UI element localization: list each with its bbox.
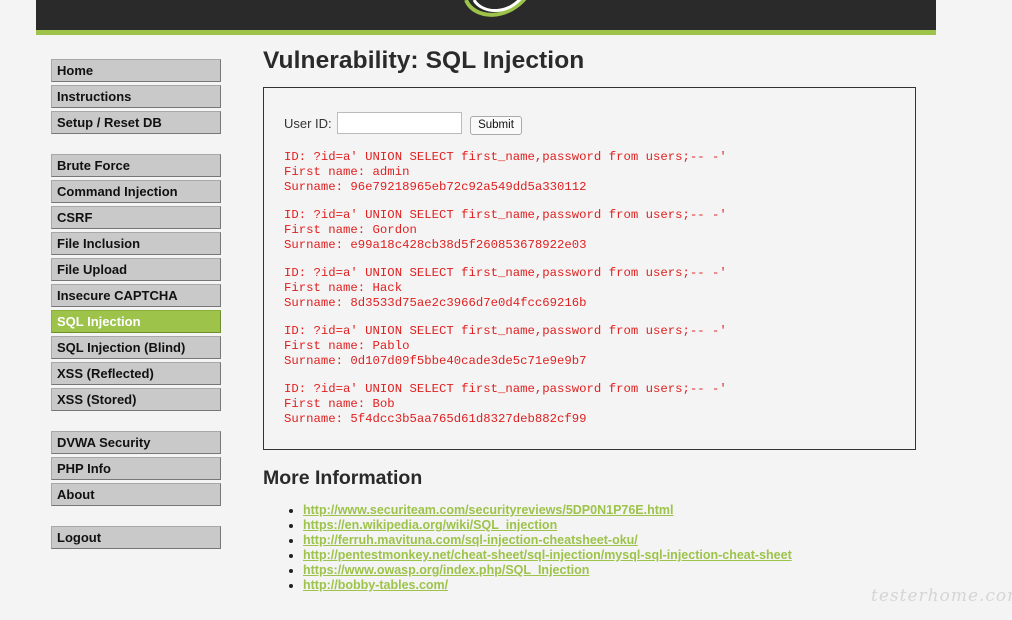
sidebar-item-instructions[interactable]: Instructions	[51, 85, 221, 108]
result-id-line: ID: ?id=a' UNION SELECT first_name,passw…	[284, 382, 727, 396]
more-info-link[interactable]: http://ferruh.mavituna.com/sql-injection…	[303, 533, 638, 547]
sidebar-item-csrf[interactable]: CSRF	[51, 206, 221, 229]
vulnerability-box: User ID: Submit ID: ?id=a' UNION SELECT …	[263, 87, 916, 450]
list-item: http://www.securiteam.com/securityreview…	[303, 503, 792, 518]
more-information-heading: More Information	[263, 467, 423, 489]
menu-group-spacer	[51, 509, 221, 526]
more-info-link[interactable]: http://bobby-tables.com/	[303, 578, 448, 592]
page-container: Home Instructions Setup / Reset DB Brute Fo…	[36, 0, 936, 620]
result-id-line: ID: ?id=a' UNION SELECT first_name,passw…	[284, 266, 727, 280]
sidebar-item-xss-reflected[interactable]: XSS (Reflected)	[51, 362, 221, 385]
result-item: ID: ?id=a' UNION SELECT first_name,passw…	[284, 382, 727, 427]
result-id-line: ID: ?id=a' UNION SELECT first_name,passw…	[284, 150, 727, 164]
user-id-label: User ID:	[284, 116, 332, 131]
more-info-link[interactable]: https://en.wikipedia.org/wiki/SQL_inject…	[303, 518, 557, 532]
menu-group-spacer	[51, 414, 221, 431]
page-title: Vulnerability: SQL Injection	[263, 47, 585, 74]
sidebar-item-php-info[interactable]: PHP Info	[51, 457, 221, 480]
result-item: ID: ?id=a' UNION SELECT first_name,passw…	[284, 208, 727, 253]
result-surname-line: Surname: 0d107d09f5bbe40cade3de5c71e9e9b…	[284, 354, 587, 368]
result-first-name-line: First name: Gordon	[284, 223, 417, 237]
sidebar-menu: Home Instructions Setup / Reset DB Brute Fo…	[51, 59, 221, 552]
more-info-link[interactable]: http://pentestmonkey.net/cheat-sheet/sql…	[303, 548, 792, 562]
result-id-line: ID: ?id=a' UNION SELECT first_name,passw…	[284, 208, 727, 222]
sidebar-item-insecure-captcha[interactable]: Insecure CAPTCHA	[51, 284, 221, 307]
sidebar-item-about[interactable]: About	[51, 483, 221, 506]
menu-group-spacer	[51, 137, 221, 154]
header-bar	[36, 0, 936, 35]
list-item: http://pentestmonkey.net/cheat-sheet/sql…	[303, 548, 792, 563]
sidebar-item-logout[interactable]: Logout	[51, 526, 221, 549]
watermark: testerhome.com	[871, 586, 1012, 606]
result-surname-line: Surname: 5f4dcc3b5aa765d61d8327deb882cf9…	[284, 412, 587, 426]
sidebar-item-sql-injection[interactable]: SQL Injection	[51, 310, 221, 333]
sidebar-item-command-injection[interactable]: Command Injection	[51, 180, 221, 203]
main-content: Vulnerability: SQL Injection User ID: Su…	[263, 47, 916, 592]
list-item: http://bobby-tables.com/	[303, 578, 792, 593]
result-item: ID: ?id=a' UNION SELECT first_name,passw…	[284, 324, 727, 369]
sidebar-item-sql-injection-blind[interactable]: SQL Injection (Blind)	[51, 336, 221, 359]
result-id-line: ID: ?id=a' UNION SELECT first_name,passw…	[284, 324, 727, 338]
result-surname-line: Surname: e99a18c428cb38d5f260853678922e0…	[284, 238, 587, 252]
result-first-name-line: First name: admin	[284, 165, 410, 179]
sidebar-item-home[interactable]: Home	[51, 59, 221, 82]
result-surname-line: Surname: 8d3533d75ae2c3966d7e0d4fcc69216…	[284, 296, 587, 310]
more-info-link[interactable]: https://www.owasp.org/index.php/SQL_Inje…	[303, 563, 589, 577]
result-first-name-line: First name: Pablo	[284, 339, 410, 353]
result-item: ID: ?id=a' UNION SELECT first_name,passw…	[284, 266, 727, 311]
sidebar-item-xss-stored[interactable]: XSS (Stored)	[51, 388, 221, 411]
query-results: ID: ?id=a' UNION SELECT first_name,passw…	[284, 150, 727, 440]
submit-button[interactable]: Submit	[470, 116, 522, 135]
user-id-input[interactable]	[337, 112, 462, 134]
result-surname-line: Surname: 96e79218965eb72c92a549dd5a33011…	[284, 180, 587, 194]
list-item: https://www.owasp.org/index.php/SQL_Inje…	[303, 563, 792, 578]
more-information-links: http://www.securiteam.com/securityreview…	[263, 503, 792, 593]
sidebar-item-brute-force[interactable]: Brute Force	[51, 154, 221, 177]
list-item: http://ferruh.mavituna.com/sql-injection…	[303, 533, 792, 548]
sidebar-item-file-upload[interactable]: File Upload	[51, 258, 221, 281]
sidebar-item-file-inclusion[interactable]: File Inclusion	[51, 232, 221, 255]
result-item: ID: ?id=a' UNION SELECT first_name,passw…	[284, 150, 727, 195]
result-first-name-line: First name: Bob	[284, 397, 395, 411]
sidebar-item-dvwa-security[interactable]: DVWA Security	[51, 431, 221, 454]
dvwa-logo-icon	[464, 0, 527, 17]
sidebar-item-setup-reset-db[interactable]: Setup / Reset DB	[51, 111, 221, 134]
more-info-link[interactable]: http://www.securiteam.com/securityreview…	[303, 503, 674, 517]
result-first-name-line: First name: Hack	[284, 281, 403, 295]
list-item: https://en.wikipedia.org/wiki/SQL_inject…	[303, 518, 792, 533]
